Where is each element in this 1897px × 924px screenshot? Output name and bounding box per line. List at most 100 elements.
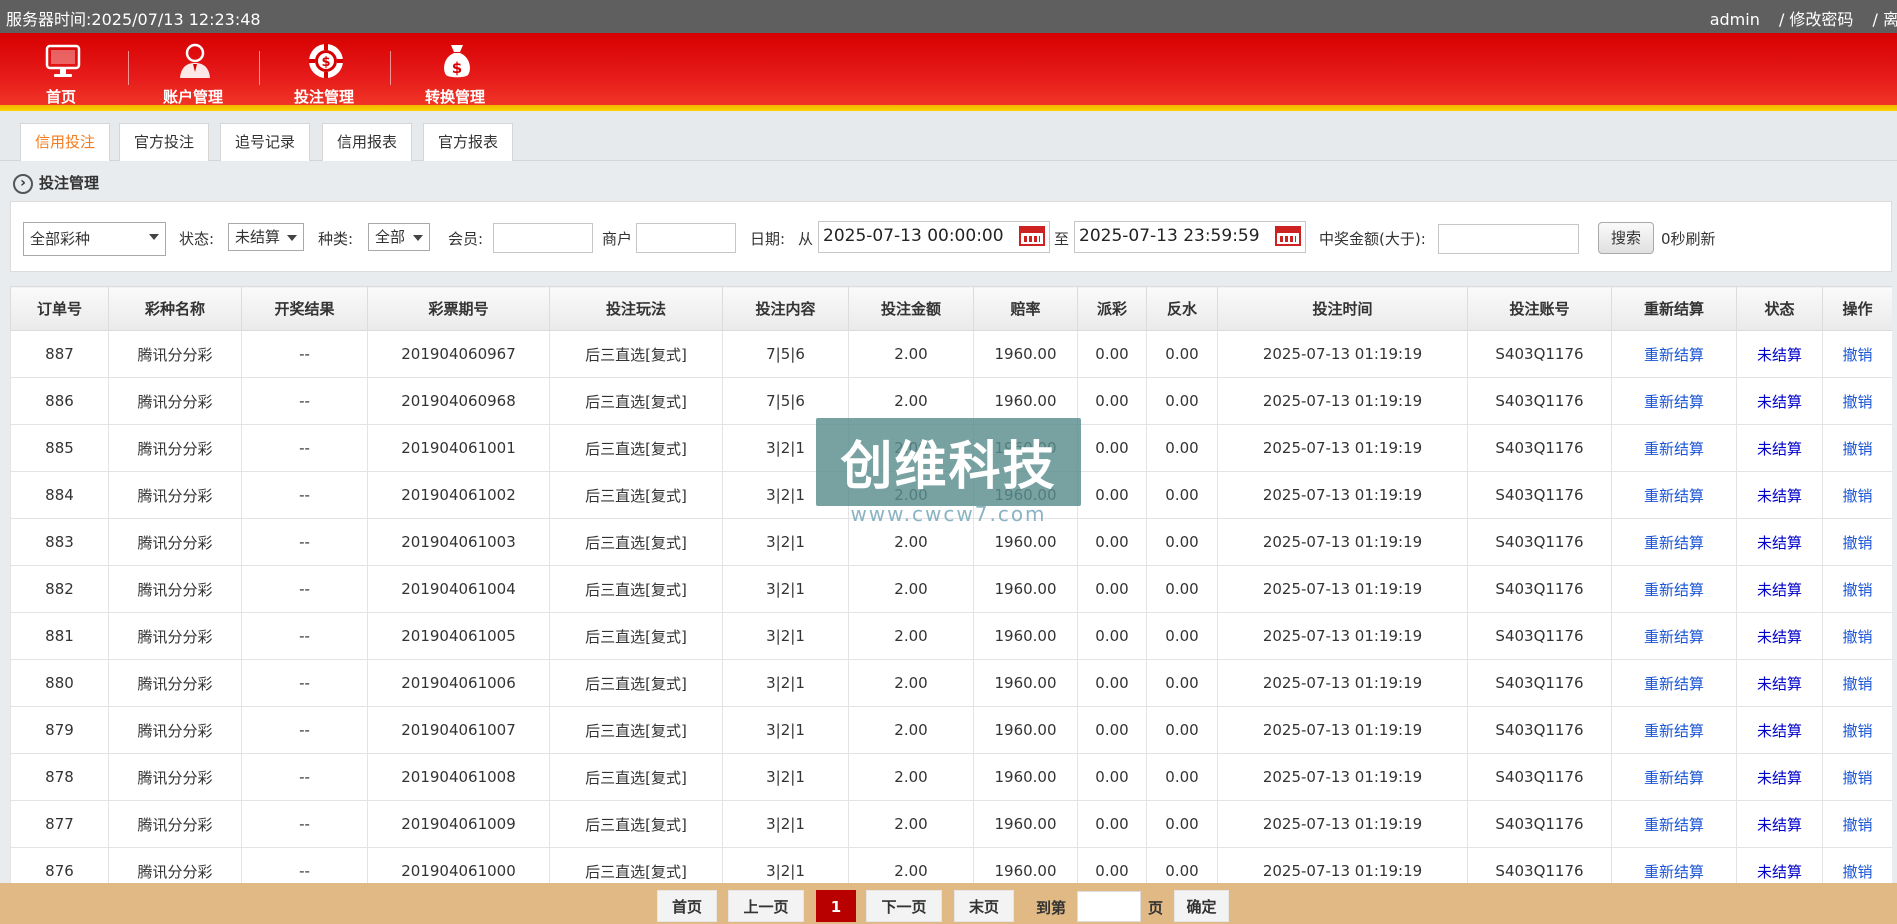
cell-cancel-link[interactable]: 撤销 [1822,753,1892,801]
cell-resettle-link[interactable]: 重新结算 [1611,424,1737,472]
cell-bet-amount: 2.00 [848,612,974,660]
status-select[interactable]: 未结算 [228,223,304,251]
goto-confirm-button[interactable]: 确定 [1174,890,1229,922]
table-row: 876 腾讯分分彩 -- 201904061000 后三直选[复式] 3|2|1 2.00 1… [10,847,1892,883]
chevron-down-icon [413,235,423,241]
cell-status-link[interactable]: 未结算 [1736,565,1823,613]
cell-order-no: 885 [10,424,109,472]
cell-cancel-link[interactable]: 撤销 [1822,800,1892,848]
cell-payout: 0.00 [1077,471,1147,519]
cell-bet-content: 7|5|6 [722,330,849,378]
money-bag-icon: $ [444,45,470,78]
cell-bet-time: 2025-07-13 01:19:19 [1217,424,1468,472]
cell-cancel-link[interactable]: 撤销 [1822,377,1892,425]
table-header-row: 订单号 彩种名称 开奖结果 彩票期号 投注玩法 投注内容 投注金额 赔率 派彩 … [10,286,1892,331]
cell-cancel-link[interactable]: 撤销 [1822,518,1892,566]
cell-resettle-link[interactable]: 重新结算 [1611,847,1737,883]
change-password-link[interactable]: / 修改密码 [1779,10,1853,29]
cell-status-link[interactable]: 未结算 [1736,330,1823,378]
cell-cancel-link[interactable]: 撤销 [1822,659,1892,707]
search-button[interactable]: 搜索 [1598,222,1654,254]
calendar-icon[interactable] [1275,226,1301,246]
cell-order-no: 878 [10,753,109,801]
cell-cancel-link[interactable]: 撤销 [1822,471,1892,519]
cell-cancel-link[interactable]: 撤销 [1822,424,1892,472]
cell-odds: 1960.00 [973,330,1078,378]
type-select[interactable]: 全部 [368,223,430,251]
cell-resettle-link[interactable]: 重新结算 [1611,471,1737,519]
cell-bet-account: S403Q1176 [1467,518,1612,566]
cell-status-link[interactable]: 未结算 [1736,753,1823,801]
cell-resettle-link[interactable]: 重新结算 [1611,659,1737,707]
col-action: 操作 [1822,286,1892,331]
cell-bet-account: S403Q1176 [1467,424,1612,472]
cell-rebate: 0.00 [1146,847,1218,883]
cell-lottery-name: 腾讯分分彩 [108,800,242,848]
tab-official-reports[interactable]: 官方报表 [423,123,514,161]
cell-status-link[interactable]: 未结算 [1736,800,1823,848]
cell-cancel-link[interactable]: 撤销 [1822,330,1892,378]
cell-status-link[interactable]: 未结算 [1736,847,1823,883]
nav-account[interactable]: 账户管理 [138,38,248,106]
tab-credit-bets[interactable]: 信用投注 [20,123,111,161]
cell-issue-no: 201904061000 [367,847,550,883]
col-draw-result: 开奖结果 [241,286,368,331]
member-input[interactable] [493,223,593,253]
merchant-input[interactable] [636,223,736,253]
cell-order-no: 882 [10,565,109,613]
cell-resettle-link[interactable]: 重新结算 [1611,377,1737,425]
col-rebate: 反水 [1146,286,1218,331]
win-amount-input[interactable] [1438,224,1579,254]
prev-page-button[interactable]: 上一页 [728,890,804,922]
cell-payout: 0.00 [1077,377,1147,425]
cell-status-link[interactable]: 未结算 [1736,471,1823,519]
nav-betting[interactable]: $ 投注管理 [269,38,379,112]
cell-draw-result: -- [241,753,368,801]
cell-status-link[interactable]: 未结算 [1736,377,1823,425]
cell-resettle-link[interactable]: 重新结算 [1611,612,1737,660]
tab-credit-reports[interactable]: 信用报表 [322,123,413,161]
cell-status-link[interactable]: 未结算 [1736,518,1823,566]
cell-resettle-link[interactable]: 重新结算 [1611,706,1737,754]
cell-resettle-link[interactable]: 重新结算 [1611,753,1737,801]
cell-draw-result: -- [241,612,368,660]
cell-order-no: 887 [10,330,109,378]
casino-chip-icon: $ [309,44,343,78]
next-page-button[interactable]: 下一页 [866,890,942,922]
cell-status-link[interactable]: 未结算 [1736,424,1823,472]
last-page-button[interactable]: 末页 [954,890,1014,922]
cell-bet-time: 2025-07-13 01:19:19 [1217,847,1468,883]
logout-link[interactable]: / 离开 [1873,10,1897,29]
nav-conversion[interactable]: $ 转换管理 [400,38,510,106]
lottery-select[interactable]: 全部彩种 [23,222,166,256]
cell-resettle-link[interactable]: 重新结算 [1611,800,1737,848]
nav-home[interactable]: 首页 [6,38,116,106]
tab-chase-records[interactable]: 追号记录 [220,123,311,161]
cell-payout: 0.00 [1077,753,1147,801]
tab-official-bets[interactable]: 官方投注 [119,123,210,161]
cell-resettle-link[interactable]: 重新结算 [1611,565,1737,613]
nav-divider [128,51,129,85]
cell-cancel-link[interactable]: 撤销 [1822,612,1892,660]
merchant-label: 商户 [602,230,633,248]
cell-bet-time: 2025-07-13 01:19:19 [1217,330,1468,378]
calendar-icon[interactable] [1019,226,1045,246]
first-page-button[interactable]: 首页 [657,890,717,922]
main-header: 首页 账户管理 $ 投注管理 $ 转换管理 [0,33,1897,112]
cell-status-link[interactable]: 未结算 [1736,659,1823,707]
cell-cancel-link[interactable]: 撤销 [1822,847,1892,883]
cell-resettle-link[interactable]: 重新结算 [1611,330,1737,378]
current-page[interactable]: 1 [816,890,856,922]
date-from-input[interactable]: 2025-07-13 00:00:00 [818,221,1050,253]
date-to-input[interactable]: 2025-07-13 23:59:59 [1074,221,1306,253]
cell-cancel-link[interactable]: 撤销 [1822,706,1892,754]
cell-cancel-link[interactable]: 撤销 [1822,565,1892,613]
goto-page-input[interactable] [1077,891,1141,922]
cell-payout: 0.00 [1077,518,1147,566]
cell-status-link[interactable]: 未结算 [1736,612,1823,660]
cell-status-link[interactable]: 未结算 [1736,706,1823,754]
cell-lottery-name: 腾讯分分彩 [108,753,242,801]
cell-payout: 0.00 [1077,565,1147,613]
user-icon [180,43,210,78]
cell-resettle-link[interactable]: 重新结算 [1611,518,1737,566]
